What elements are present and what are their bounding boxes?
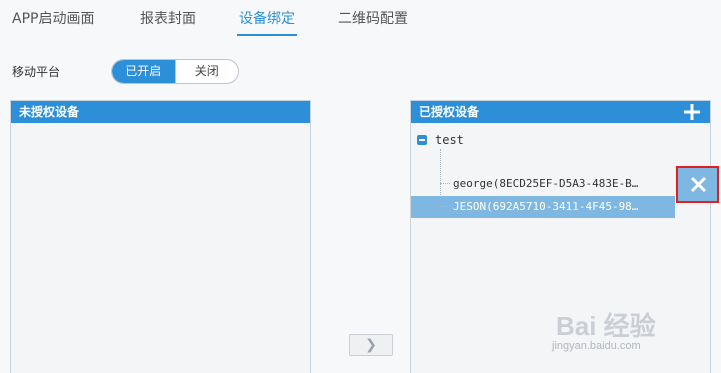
delete-device-button[interactable] xyxy=(676,166,719,203)
toggle-disabled-option[interactable]: 关闭 xyxy=(174,60,239,83)
tab-app-splash[interactable]: APP启动画面 xyxy=(12,10,94,36)
collapse-icon[interactable] xyxy=(417,135,427,145)
tree-root-node[interactable]: test xyxy=(417,131,464,149)
mobile-platform-toggle[interactable]: 已开启 关闭 xyxy=(111,59,239,84)
toggle-enabled-option[interactable]: 已开启 xyxy=(112,60,175,83)
tree-item-device[interactable]: george(8ECD25EF-D5A3-483E-B… xyxy=(411,173,712,195)
tab-qrcode-config[interactable]: 二维码配置 xyxy=(338,10,408,36)
unauthorized-devices-panel: 未授权设备 xyxy=(10,100,311,373)
tree-root-label: test xyxy=(435,133,464,147)
watermark-logo: Bai 经验 jingyan.baidu.com xyxy=(548,300,718,360)
tab-device-binding[interactable]: 设备绑定 xyxy=(237,10,297,36)
authorized-panel-header: 已授权设备 xyxy=(411,101,710,123)
tab-bar: APP启动画面 报表封面 设备绑定 二维码配置 xyxy=(0,0,721,40)
mobile-platform-label: 移动平台 xyxy=(12,65,61,79)
tab-report-cover[interactable]: 报表封面 xyxy=(140,10,196,36)
watermark-main: Bai 经验 xyxy=(556,311,656,341)
close-icon[interactable] xyxy=(690,176,707,193)
device-label: george(8ECD25EF-D5A3-483E-B… xyxy=(453,177,639,190)
authorized-panel-title: 已授权设备 xyxy=(419,105,480,119)
tree-item-device-selected[interactable]: JESON(692A5710-3411-4F45-98… xyxy=(411,196,675,218)
tree-branch xyxy=(440,183,450,184)
device-label: JESON(692A5710-3411-4F45-98… xyxy=(453,200,639,213)
tree-branch xyxy=(440,206,450,207)
watermark-sub: jingyan.baidu.com xyxy=(552,340,641,352)
move-right-button[interactable]: ❯ xyxy=(349,334,393,356)
chevron-right-icon: ❯ xyxy=(365,337,377,353)
unauthorized-panel-title: 未授权设备 xyxy=(11,101,310,123)
plus-icon[interactable] xyxy=(682,102,702,122)
